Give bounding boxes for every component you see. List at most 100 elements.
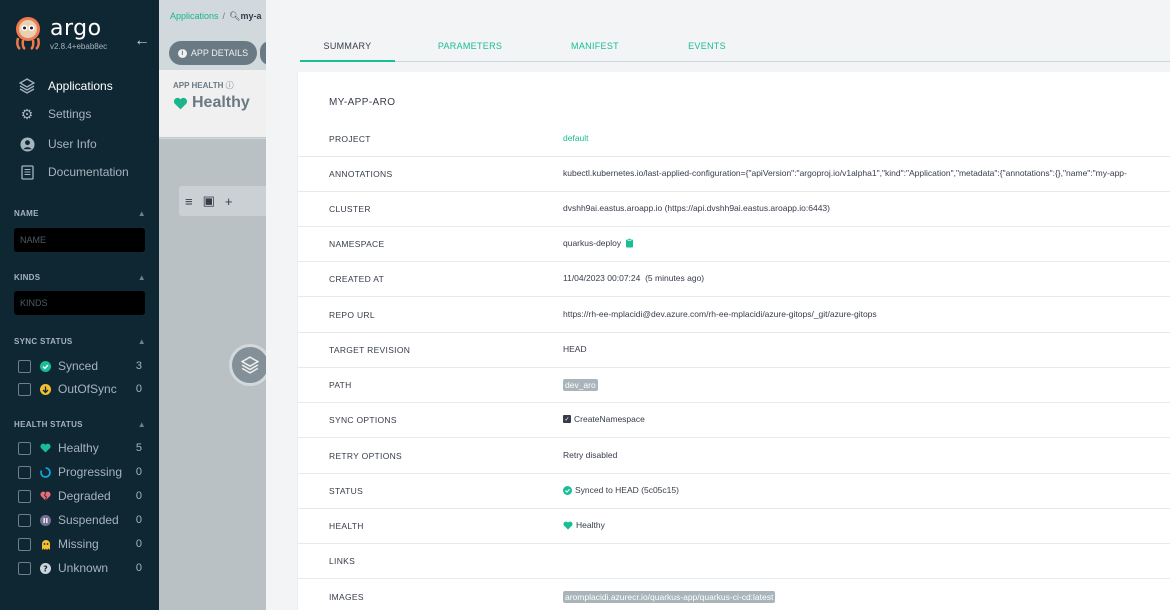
zoom-in-icon[interactable]: +	[225, 194, 233, 209]
filter-suspended-checkbox[interactable]: Suspended 0	[18, 511, 142, 529]
book-icon	[18, 163, 36, 181]
image-chip: aromplacidi.azurecr.io/quarkus-app/quark…	[563, 591, 776, 603]
nav-item-settings[interactable]: ⚙ Settings	[0, 100, 159, 128]
tab-summary[interactable]: SUMMARY	[300, 36, 395, 62]
namespace-text: quarkus-deploy	[563, 238, 622, 248]
target-revision-value: HEAD	[563, 344, 587, 354]
nav-item-label: Applications	[48, 79, 113, 93]
filter-title-label: SYNC STATUS	[14, 337, 73, 346]
app-details-panel: SUMMARY PARAMETERS MANIFEST EVENTS MY-AP…	[266, 0, 1170, 610]
collapse-sidebar-arrow-icon[interactable]: ←	[134, 32, 150, 50]
filter-count: 5	[135, 442, 142, 454]
copy-clipboard-icon[interactable]	[625, 238, 634, 248]
nav-item-applications[interactable]: Applications	[0, 72, 159, 100]
align-left-icon[interactable]: ≡	[185, 194, 193, 209]
row-path: PATH dev_aro	[298, 368, 1170, 403]
nav-item-user-info[interactable]: User Info	[0, 130, 159, 158]
checkbox[interactable]	[18, 513, 31, 527]
kinds-filter-input[interactable]	[14, 291, 145, 315]
filter-name-title: NAME ▲	[14, 209, 146, 218]
filter-progressing-checkbox[interactable]: Progressing 0	[18, 463, 142, 481]
filter-unknown-checkbox[interactable]: ? Unknown 0	[18, 559, 142, 577]
user-circle-icon	[18, 135, 36, 153]
row-key: RETRY OPTIONS	[329, 451, 403, 461]
collapse-caret-icon[interactable]: ▲	[138, 337, 146, 346]
checkbox[interactable]	[18, 441, 31, 455]
filter-label: Missing	[58, 537, 99, 551]
resource-tree-canvas[interactable]: ≡ ▣ +	[159, 139, 266, 610]
filter-count: 0	[135, 383, 142, 395]
filter-count: 0	[135, 466, 142, 478]
summary-card: MY-APP-ARO PROJECT default ANNOTATIONS k…	[298, 72, 1170, 610]
tab-parameters[interactable]: PARAMETERS	[425, 36, 515, 62]
filter-missing-checkbox[interactable]: Missing 0	[18, 535, 142, 553]
sync-options-value: ✓ CreateNamespace	[563, 414, 645, 424]
checkbox[interactable]	[18, 465, 31, 479]
fit-view-icon[interactable]: ▣	[203, 193, 215, 209]
path-chip: dev_aro	[563, 379, 598, 391]
filter-sync-status-title: SYNC STATUS ▲	[14, 337, 146, 346]
broken-heart-icon	[40, 491, 51, 502]
application-main-area: Applications / 🔍︎my-a i APP DETAILS APP HE…	[159, 0, 266, 610]
filter-count: 3	[135, 360, 142, 372]
filter-label: Progressing	[58, 465, 123, 479]
breadcrumb-separator: /	[222, 11, 226, 21]
repo-url-link[interactable]: https://rh-ee-mplacidi@dev.azure.com/rh-…	[563, 309, 877, 319]
filter-degraded-checkbox[interactable]: Degraded 0	[18, 487, 142, 505]
checkbox[interactable]	[18, 489, 31, 503]
health-text: Healthy	[576, 520, 605, 530]
argo-octopus-logo-icon	[16, 17, 40, 50]
filter-label: Unknown	[58, 561, 109, 575]
row-key: LINKS	[329, 556, 356, 566]
filter-label: Synced	[58, 359, 99, 373]
app-node-layers-icon[interactable]	[229, 344, 266, 386]
row-key: IMAGES	[329, 592, 364, 602]
row-key: REPO URL	[329, 310, 375, 320]
project-link[interactable]: default	[563, 133, 589, 143]
svg-text:?: ?	[43, 564, 48, 573]
brand-version: v2.8.4+ebab8ec	[50, 42, 108, 51]
collapse-caret-icon[interactable]: ▲	[138, 420, 146, 429]
help-icon: ⓘ	[225, 81, 234, 90]
row-key: PATH	[329, 380, 352, 390]
checkbox[interactable]	[18, 382, 31, 396]
filter-count: 0	[135, 538, 142, 550]
row-target-revision: TARGET REVISION HEAD	[298, 333, 1170, 368]
heart-icon	[173, 97, 188, 109]
status-value: Synced to HEAD (5c05c15)	[563, 485, 679, 495]
synced-check-icon	[40, 360, 51, 372]
pause-circle-icon	[40, 514, 51, 526]
filter-synced-checkbox[interactable]: Synced 3	[18, 357, 142, 375]
filter-count: 0	[135, 514, 142, 526]
collapse-caret-icon[interactable]: ▲	[138, 209, 146, 218]
nav-item-documentation[interactable]: Documentation	[0, 158, 159, 186]
name-filter-input[interactable]	[14, 228, 145, 252]
filter-count: 0	[135, 562, 142, 574]
breadcrumb: Applications / 🔍︎my-a	[170, 11, 262, 22]
retry-options-value: Retry disabled	[563, 450, 618, 460]
row-repo-url: REPO URL https://rh-ee-mplacidi@dev.azur…	[298, 298, 1170, 333]
row-project: PROJECT default	[298, 122, 1170, 157]
row-sync-options: SYNC OPTIONS ✓ CreateNamespace	[298, 403, 1170, 438]
breadcrumb-applications-link[interactable]: Applications	[170, 11, 219, 21]
filter-outofsync-checkbox[interactable]: OutOfSync 0	[18, 380, 142, 398]
path-value: dev_aro	[563, 379, 598, 391]
checkbox[interactable]	[18, 537, 31, 551]
tab-manifest[interactable]: MANIFEST	[555, 36, 635, 62]
app-health-label: APP HEALTH ⓘ	[173, 80, 234, 91]
breadcrumb-current: my-a	[240, 11, 262, 21]
checked-checkbox-icon: ✓	[563, 415, 571, 423]
collapse-caret-icon[interactable]: ▲	[138, 273, 146, 282]
row-key: SYNC OPTIONS	[329, 415, 397, 425]
filter-healthy-checkbox[interactable]: Healthy 5	[18, 439, 142, 457]
nav-menu: Applications ⚙ Settings User Info Docume…	[0, 72, 159, 186]
tab-events[interactable]: EVENTS	[672, 36, 742, 62]
app-details-button[interactable]: i APP DETAILS	[169, 41, 257, 65]
filter-label: Suspended	[58, 513, 119, 527]
row-key: NAMESPACE	[329, 239, 385, 249]
checkbox[interactable]	[18, 561, 31, 575]
checkbox[interactable]	[18, 359, 31, 373]
ghost-icon	[40, 539, 51, 550]
health-value: Healthy	[563, 520, 605, 530]
row-key: STATUS	[329, 486, 364, 496]
